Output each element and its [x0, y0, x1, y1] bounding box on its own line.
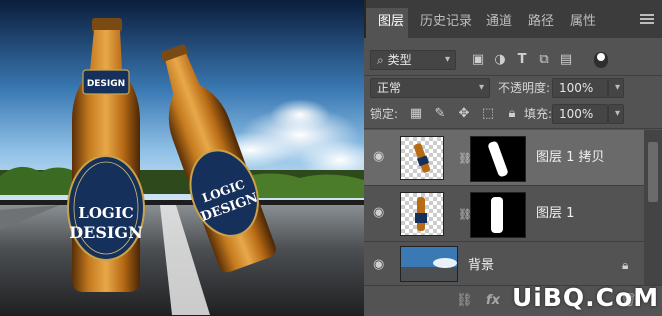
layer-name[interactable]: 图层 1: [536, 204, 574, 224]
layer-thumbnail: [400, 192, 444, 236]
lock-icon[interactable]: 🔒︎: [622, 258, 634, 272]
layer-thumbnail: [400, 136, 444, 180]
canvas-image: DESIGN LOGIC DESIGN LOGIC DESIGN: [0, 0, 364, 315]
bottle-design-label: DESIGN: [69, 223, 142, 242]
opacity-dropdown[interactable]: ▾: [608, 78, 624, 98]
chevron-down-icon: ▾: [444, 54, 450, 65]
panel-menu-icon[interactable]: [640, 14, 654, 24]
visibility-eye-icon[interactable]: ◉: [373, 258, 387, 272]
blend-mode-dropdown[interactable]: 正常 ▾: [370, 78, 490, 98]
panel-tabbar: 图层 历史记录 通道 路径 属性: [364, 0, 662, 38]
search-icon: ⌕: [377, 53, 384, 67]
lock-label: 锁定:: [370, 107, 399, 121]
filter-kind-dropdown[interactable]: ⌕ 类型 ▾: [370, 50, 456, 70]
layers-scrollbar[interactable]: [644, 130, 662, 285]
layer-mask-thumbnail[interactable]: [470, 192, 526, 238]
chevron-down-icon: ▾: [478, 82, 484, 93]
layer-name[interactable]: 背景: [468, 256, 494, 276]
layer-thumbnail: [400, 246, 458, 282]
type-filter-icon[interactable]: T: [514, 52, 530, 68]
opacity-label: 不透明度:: [498, 81, 551, 95]
lock-row: 锁定: ▦ ✎ ✥ ⬚ 🔒︎ 填充: 100% ▾: [364, 104, 662, 128]
adjustment-filter-icon[interactable]: ◑: [492, 52, 508, 68]
link-layers-icon[interactable]: ⛓: [456, 293, 473, 308]
fill-input[interactable]: 100%: [552, 104, 608, 124]
lock-paint-icon[interactable]: ✎: [432, 106, 448, 122]
fill-label: 填充:: [524, 107, 553, 121]
layer-row[interactable]: ◉ ⛓ 图层 1: [364, 186, 644, 242]
tab-paths[interactable]: 路径: [528, 12, 554, 32]
tab-layers[interactable]: 图层: [378, 12, 404, 32]
shape-filter-icon[interactable]: ⧉: [536, 52, 552, 68]
opacity-value: 100%: [559, 81, 594, 95]
tab-channels[interactable]: 通道: [486, 12, 512, 32]
lock-all-icon[interactable]: 🔒︎: [504, 106, 520, 122]
layers-panel: 图层 历史记录 通道 路径 属性 ⌕ 类型 ▾ ▣ ◑ T ⧉ ▤ 正常 ▾ 不…: [364, 0, 662, 316]
visibility-eye-icon[interactable]: ◉: [373, 150, 387, 164]
layer-mask-thumbnail[interactable]: [470, 136, 526, 182]
link-icon[interactable]: ⛓: [458, 152, 472, 166]
document-canvas[interactable]: DESIGN LOGIC DESIGN LOGIC DESIGN: [0, 0, 364, 315]
fx-button[interactable]: fx: [486, 293, 500, 308]
lock-position-icon[interactable]: ✥: [456, 106, 472, 122]
layer-row[interactable]: ◉ 背景 🔒︎: [364, 242, 644, 286]
layer-name[interactable]: 图层 1 拷贝: [536, 148, 605, 168]
blend-mode-value: 正常: [377, 81, 402, 95]
filter-kind-label: 类型: [387, 53, 412, 67]
filter-row: ⌕ 类型 ▾ ▣ ◑ T ⧉ ▤: [364, 48, 662, 72]
fill-dropdown[interactable]: ▾: [608, 104, 624, 124]
filter-toggle-knob: [597, 53, 605, 61]
visibility-eye-icon[interactable]: ◉: [373, 206, 387, 220]
layer-row[interactable]: ◉ ⛓ 图层 1 拷贝: [364, 130, 644, 186]
lock-transparent-icon[interactable]: ▦: [408, 106, 424, 122]
watermark: UiBQ.CoM: [512, 283, 660, 312]
bottle-top-label: DESIGN: [87, 79, 125, 89]
opacity-input[interactable]: 100%: [552, 78, 608, 98]
tab-properties[interactable]: 属性: [570, 12, 596, 32]
smart-object-filter-icon[interactable]: ▤: [558, 52, 574, 68]
blend-row: 正常 ▾ 不透明度: 100% ▾: [364, 78, 662, 102]
chevron-down-icon: ▾: [614, 108, 620, 119]
chevron-down-icon: ▾: [614, 82, 620, 93]
scrollbar-thumb[interactable]: [648, 142, 658, 202]
image-filter-icon[interactable]: ▣: [470, 52, 486, 68]
fill-value: 100%: [559, 107, 594, 121]
link-icon[interactable]: ⛓: [458, 208, 472, 222]
tab-history[interactable]: 历史记录: [420, 12, 472, 32]
lock-artboard-icon[interactable]: ⬚: [480, 106, 496, 122]
bottle-logic-label: LOGIC: [78, 204, 133, 222]
